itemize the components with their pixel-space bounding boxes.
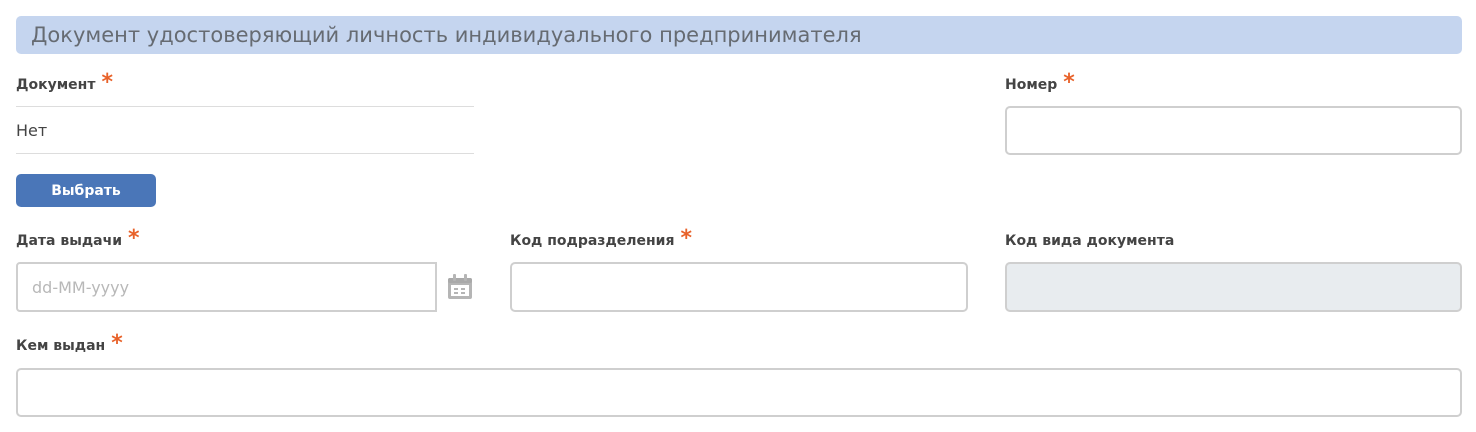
document-type-code-label-text: Код вида документа — [1005, 233, 1175, 249]
issued-by-input[interactable] — [16, 368, 1462, 417]
required-marker: * — [111, 330, 123, 356]
issue-date-label-text: Дата выдачи — [16, 233, 123, 249]
required-marker: * — [680, 225, 692, 251]
division-code-label-text: Код подразделения — [510, 233, 675, 249]
document-value-field: Нет — [16, 106, 474, 154]
document-label: Документ * — [16, 69, 113, 98]
issue-date-label: Дата выдачи * — [16, 225, 140, 254]
required-marker: * — [1063, 69, 1075, 95]
document-label-text: Документ — [16, 77, 96, 93]
number-label: Номер * — [1005, 69, 1075, 98]
document-type-code-label: Код вида документа — [1005, 228, 1174, 254]
issued-by-label-text: Кем выдан — [16, 338, 106, 354]
document-value: Нет — [16, 120, 48, 140]
issued-by-label: Кем выдан * — [16, 330, 123, 359]
division-code-input[interactable] — [510, 262, 968, 312]
section-header: Документ удостоверяющий личность индивид… — [16, 16, 1462, 54]
document-type-code-input — [1005, 262, 1462, 312]
select-document-button[interactable]: Выбрать — [16, 174, 156, 207]
section-title: Документ удостоверяющий личность индивид… — [31, 23, 862, 47]
division-code-label: Код подразделения * — [510, 225, 692, 254]
number-input[interactable] — [1005, 106, 1462, 155]
required-marker: * — [128, 225, 140, 251]
calendar-icon[interactable] — [447, 274, 473, 300]
number-label-text: Номер — [1005, 77, 1058, 93]
required-marker: * — [101, 69, 113, 95]
issue-date-input[interactable] — [16, 262, 437, 312]
